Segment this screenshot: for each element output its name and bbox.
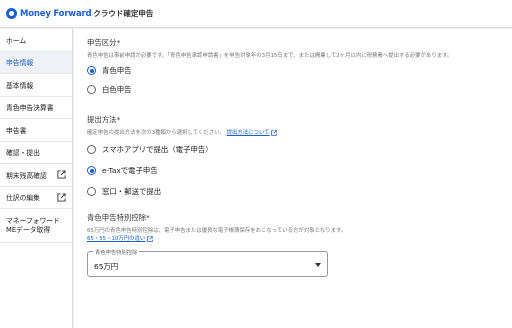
sidebar-item-closing-balance[interactable]: 期末残高確認 — [0, 164, 72, 187]
radio-checked-icon[interactable] — [87, 66, 96, 75]
filing-type-section: 申告区分* 青色申告は事前申請が必要です。「青色申告承認申請書」を申告対象年の3… — [87, 37, 499, 96]
external-link-icon — [271, 129, 278, 136]
sidebar-item-confirm-submit[interactable]: 確認・提出 — [0, 142, 72, 164]
deduction-diff-link[interactable]: 65・55・10万円の違い — [87, 236, 145, 242]
sidebar-item-label: 基本情報 — [6, 81, 34, 90]
radio-unchecked-icon[interactable] — [87, 145, 96, 154]
sidebar-item-label-line2: MEデータ取得 — [6, 225, 51, 234]
sidebar-item-me-data[interactable]: マネーフォワード MEデータ取得 — [0, 209, 72, 243]
main-content: 申告区分* 青色申告は事前申請が必要です。「青色申告承認申請書」を申告対象年の3… — [74, 29, 512, 328]
radio-checked-icon[interactable] — [87, 166, 96, 175]
sidebar-item-label: ホーム — [6, 36, 27, 45]
submission-help-link[interactable]: 提出方法について — [227, 130, 270, 136]
radio-unchecked-icon[interactable] — [87, 187, 96, 196]
money-forward-logo-icon — [6, 8, 17, 19]
radio-label: 白色申告 — [102, 85, 132, 94]
sidebar: ホーム 申告情報 基本情報 青色申告決算書 申告書 確認・提出 期末残高確認 仕… — [0, 29, 73, 328]
deduction-section: 青色申告特別控除* 65万円の青色申告特別控除は、電子申告または優良な電子帳簿保… — [87, 212, 499, 277]
submission-desc-text: 確定申告の提出方法を次の3種類から選択してください。 — [87, 130, 225, 136]
sidebar-item-filing-info[interactable]: 申告情報 — [0, 51, 72, 74]
external-link-icon — [147, 235, 153, 242]
radio-counter-mail-submit[interactable]: 窓口・郵送で提出 — [87, 185, 499, 198]
app-header: Money Forward クラウド確定申告 — [0, 0, 512, 28]
external-link-icon — [57, 193, 66, 202]
sidebar-item-label: 青色申告決算書 — [6, 104, 54, 113]
sidebar-item-journal-edit[interactable]: 仕訳の編集 — [0, 187, 72, 209]
radio-blue-return[interactable]: 青色申告 — [87, 64, 499, 77]
radio-smartphone-submit[interactable]: スマホアプリで提出（電子申告） — [87, 143, 499, 156]
radio-label: e-Taxで電子申告 — [102, 166, 158, 175]
sidebar-item-label: 仕訳の編集 — [6, 194, 40, 203]
radio-label: 青色申告 — [102, 66, 132, 75]
sidebar-item-basic-info[interactable]: 基本情報 — [0, 74, 72, 97]
deduction-desc: 65万円の青色申告特別控除は、電子申告または優良な電子帳簿保存をおこなっている方… — [87, 228, 347, 234]
sidebar-item-label-line1: マネーフォワード — [6, 216, 60, 225]
filing-type-title: 申告区分* — [87, 38, 121, 47]
deduction-title: 青色申告特別控除* — [87, 213, 150, 222]
deduction-select-value: 65万円 — [94, 262, 119, 271]
sidebar-item-label: 申告情報 — [6, 59, 34, 68]
product-name: クラウド確定申告 — [93, 9, 154, 18]
sidebar-item-home[interactable]: ホーム — [0, 29, 72, 52]
sidebar-item-label: 申告書 — [6, 126, 27, 135]
deduction-link-row: 65・55・10万円の違い — [87, 235, 499, 243]
sidebar-item-blue-return[interactable]: 青色申告決算書 — [0, 97, 72, 119]
sidebar-item-label: 期末残高確認 — [6, 171, 47, 180]
deduction-select[interactable]: 青色申告特別控除 65万円 — [87, 248, 328, 277]
sidebar-item-label: マネーフォワード MEデータ取得 — [6, 217, 60, 235]
submission-title: 提出方法* — [87, 115, 121, 124]
radio-label: 窓口・郵送で提出 — [102, 187, 162, 196]
radio-unchecked-icon[interactable] — [87, 85, 96, 94]
deduction-select-label: 青色申告特別控除 — [93, 248, 140, 256]
submission-section: 提出方法* 確定申告の提出方法を次の3種類から選択してください。 提出方法につい… — [87, 114, 499, 198]
radio-label: スマホアプリで提出（電子申告） — [102, 145, 213, 154]
submission-desc: 確定申告の提出方法を次の3種類から選択してください。 提出方法について — [87, 129, 499, 137]
radio-white-return[interactable]: 白色申告 — [87, 83, 499, 96]
caret-down-icon — [315, 263, 321, 267]
radio-etax-submit[interactable]: e-Taxで電子申告 — [87, 164, 499, 177]
brand-name: Money Forward — [20, 8, 92, 19]
sidebar-item-return-form[interactable]: 申告書 — [0, 119, 72, 142]
filing-type-desc: 青色申告は事前申請が必要です。「青色申告承認申請書」を申告対象年の3月15日まで… — [87, 53, 453, 59]
sidebar-item-label: 確認・提出 — [6, 149, 40, 158]
external-link-icon — [57, 170, 66, 179]
